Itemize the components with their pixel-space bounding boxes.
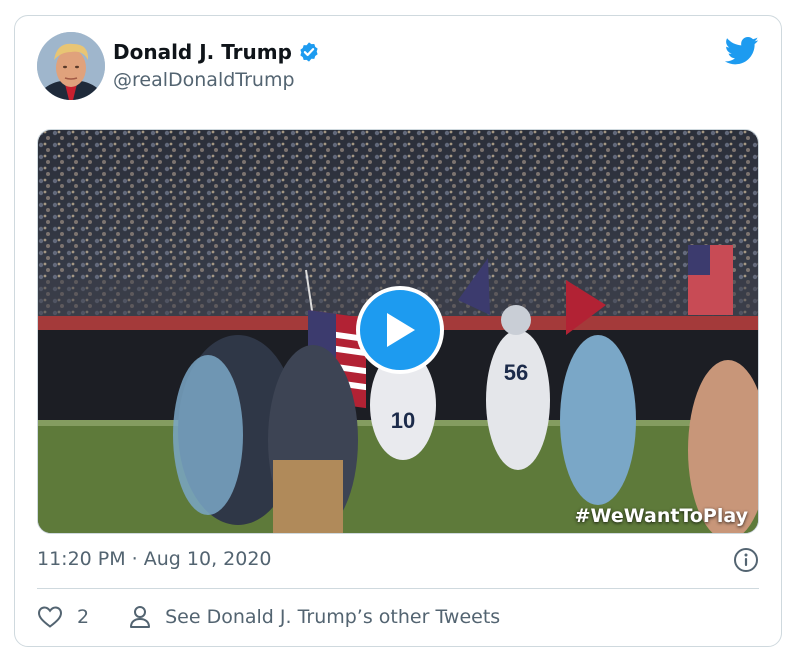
- info-icon[interactable]: [733, 547, 759, 573]
- verified-badge-icon: [300, 42, 318, 62]
- heart-icon: [37, 606, 63, 628]
- like-count: 2: [77, 606, 90, 628]
- see-other-tweets-link[interactable]: See Donald J. Trump’s other Tweets: [129, 605, 500, 629]
- play-icon: [387, 313, 415, 347]
- video-player[interactable]: 10 56 #WeWantToPlay: [37, 129, 759, 534]
- author-handle[interactable]: @realDonaldTrump: [113, 69, 295, 91]
- see-other-tweets-label[interactable]: See Donald J. Trump’s other Tweets: [165, 606, 500, 628]
- jersey-number: 10: [391, 408, 415, 433]
- twitter-bird-icon[interactable]: [725, 36, 759, 66]
- jersey-number: 56: [504, 360, 528, 385]
- author-name-row[interactable]: Donald J. Trump: [113, 40, 320, 64]
- tweet-timestamp[interactable]: 11:20 PM · Aug 10, 2020: [37, 548, 272, 570]
- like-button[interactable]: 2: [37, 605, 89, 629]
- tweet-actions: 2 See Donald J. Trump’s other Tweets: [37, 602, 500, 632]
- author-display-name[interactable]: Donald J. Trump: [113, 40, 292, 64]
- person-icon: [130, 606, 151, 628]
- tweet-card: Donald J. Trump @realDonaldTrump 10 56 #…: [14, 15, 782, 647]
- divider: [37, 588, 759, 589]
- video-hashtag-overlay: #WeWantToPlay: [574, 505, 748, 527]
- avatar[interactable]: [37, 32, 105, 100]
- play-button[interactable]: [356, 286, 444, 374]
